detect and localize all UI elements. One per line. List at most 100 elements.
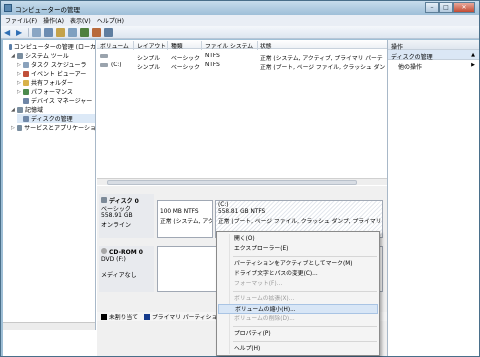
context-menu-item: フォーマット(F)...	[234, 281, 283, 287]
cdrom0-media: メディアなし	[101, 272, 137, 279]
column-divider[interactable]	[133, 41, 134, 50]
menu-bar: ファイル(F) 操作(A) 表示(V) ヘルプ(H)	[1, 15, 479, 26]
tree-horizontal-scrollbar[interactable]	[3, 322, 95, 330]
partition-label	[160, 202, 210, 209]
tree-item[interactable]: デバイス マネージャー	[17, 96, 95, 105]
column-type[interactable]: 種類	[171, 41, 183, 50]
column-divider[interactable]	[257, 41, 258, 50]
up-level-icon[interactable]	[32, 27, 41, 37]
toolbar: ◀ ▶	[1, 26, 479, 39]
menu-separator	[233, 256, 377, 257]
context-menu-item[interactable]: ボリュームの縮小(H)...	[218, 304, 378, 314]
export-list-icon[interactable]	[68, 27, 77, 37]
context-menu-item: ボリュームの拡張(X)...	[234, 296, 295, 302]
tree-item[interactable]: ◢ 記憶域	[11, 105, 95, 114]
partition-size: 100 MB NTFS	[160, 209, 199, 215]
volume-type: ベーシック	[171, 65, 200, 71]
partition-size: 558.81 GB NTFS	[218, 209, 266, 215]
cdrom0-label[interactable]: CD-ROM 0 DVD (F:) メディアなし	[99, 246, 154, 292]
window-controls: – □ ✕	[425, 2, 475, 13]
refresh-icon[interactable]	[92, 27, 101, 37]
expander-icon[interactable]: ▷	[17, 89, 22, 95]
menu-action[interactable]: 操作(A)	[43, 16, 64, 25]
context-menu-item: ボリュームの削除(D)...	[234, 316, 295, 322]
actions-section-disk-management[interactable]: ディスクの管理 ▲	[388, 50, 479, 61]
cdrom0-name: CD-ROM 0	[109, 249, 143, 256]
column-divider[interactable]	[167, 41, 168, 50]
context-menu-item[interactable]: ヘルプ(H)	[218, 344, 378, 354]
column-status[interactable]: 状態	[260, 41, 272, 50]
column-divider[interactable]	[201, 41, 202, 50]
collapse-icon[interactable]: ▲	[471, 52, 475, 58]
expander-icon[interactable]: ◢	[11, 53, 16, 59]
context-menu-item[interactable]: ドライブ文字とパスの変更(C)...	[218, 269, 378, 279]
tree-item-label: システム ツール	[25, 53, 69, 60]
tree-node-icon	[17, 52, 23, 59]
disk0-label[interactable]: ディスク 0 ベーシック 558.91 GB オンライン	[99, 194, 154, 238]
volume-file-system: NTFS	[205, 62, 220, 68]
help-icon[interactable]	[56, 27, 65, 37]
tree-item-label: コンピューターの管理 (ローカ	[13, 44, 96, 51]
tree-item[interactable]: コンピューターの管理 (ローカ	[5, 42, 96, 51]
menu-view[interactable]: 表示(V)	[70, 16, 91, 25]
expander-icon[interactable]: ▷	[11, 125, 16, 131]
context-menu-item[interactable]: パーティションをアクティブとしてマーク(M)	[218, 259, 378, 269]
volume-name: (C:)	[111, 62, 122, 68]
forward-arrow-icon[interactable]: ▶	[16, 28, 25, 37]
tree-item[interactable]: ▷ サービスとアプリケーショ	[11, 123, 96, 132]
tree-item-label: パフォーマンス	[31, 89, 73, 96]
tree-node-icon	[16, 124, 23, 131]
scroll-thumb[interactable]	[107, 180, 357, 185]
column-volume[interactable]: ボリューム	[100, 41, 129, 50]
tree-item-label: タスク スケジューラ	[31, 62, 87, 69]
legend-primary-label: プライマリ パーティショ	[152, 315, 218, 321]
tree-item[interactable]: ▷ タスク スケジューラ	[17, 60, 95, 69]
tree-item[interactable]: ディスクの管理	[17, 114, 95, 123]
computer-management-icon	[4, 4, 12, 12]
tree-item-label: デバイス マネージャー	[31, 98, 93, 105]
maximize-icon: □	[443, 4, 449, 11]
column-layout[interactable]: レイアウト	[137, 41, 166, 50]
volume-row[interactable]: (C:) シンプル ベーシック NTFS 正常 (ブート, ページ ファイル, …	[97, 61, 387, 71]
show-hide-tree-icon[interactable]	[44, 27, 53, 37]
context-menu-item[interactable]: エクスプローラー(E)	[218, 244, 378, 254]
menu-file[interactable]: ファイル(F)	[5, 16, 37, 25]
maximize-button[interactable]: □	[439, 2, 453, 13]
volume-list-horizontal-scrollbar[interactable]	[97, 178, 387, 185]
tree-node-icon	[23, 97, 29, 104]
expander-icon[interactable]: ◢	[11, 107, 16, 113]
tree-node-icon	[8, 43, 12, 50]
volume-row[interactable]: シンプル ベーシック NTFS 正常 (システム, アクティブ, プライマリ パ…	[97, 52, 387, 62]
tree-item-label: サービスとアプリケーショ	[24, 125, 96, 132]
properties-icon[interactable]	[80, 27, 89, 37]
toolbar-separator	[28, 27, 29, 37]
tree-item[interactable]: ◢ システム ツール	[11, 51, 95, 60]
close-button[interactable]: ✕	[453, 2, 475, 13]
legend-primary-swatch	[144, 313, 150, 320]
context-menu-item[interactable]: 開く(O)	[218, 234, 378, 244]
tree-item[interactable]: ▷ イベント ビューアー	[17, 69, 95, 78]
tree-item-label: 記憶域	[25, 107, 44, 114]
tree-node-icon	[23, 61, 29, 68]
tree-item-label: 共有フォルダー	[31, 80, 74, 87]
minimize-button[interactable]: –	[425, 2, 439, 13]
legend-unallocated-label: 未割り当て	[109, 315, 138, 321]
column-file-system[interactable]: ファイル システム	[205, 41, 253, 50]
partition-system-reserved[interactable]: 100 MB NTFS 正常 (システム, アク	[157, 200, 213, 238]
actions-more-actions[interactable]: 他の操作 ▶	[388, 60, 479, 71]
expander-icon[interactable]: ▷	[17, 80, 22, 86]
tree-node-icon	[23, 79, 29, 86]
disk0-state: オンライン	[101, 222, 132, 229]
submenu-arrow-icon: ▶	[471, 62, 475, 68]
back-arrow-icon[interactable]: ◀	[4, 28, 13, 37]
show-action-pane-icon[interactable]	[104, 27, 113, 37]
context-menu-item[interactable]: プロパティ(P)	[218, 329, 378, 339]
legend-unallocated-swatch	[101, 313, 107, 320]
expander-icon[interactable]: ▷	[17, 62, 22, 68]
tree-item[interactable]: ▷ 共有フォルダー	[17, 78, 95, 87]
menu-separator	[233, 326, 377, 327]
title-bar[interactable]: コンピューターの管理 – □ ✕	[1, 1, 479, 15]
tree-item[interactable]: ▷ パフォーマンス	[17, 87, 95, 96]
menu-help[interactable]: ヘルプ(H)	[97, 16, 124, 25]
expander-icon[interactable]: ▷	[17, 71, 22, 77]
